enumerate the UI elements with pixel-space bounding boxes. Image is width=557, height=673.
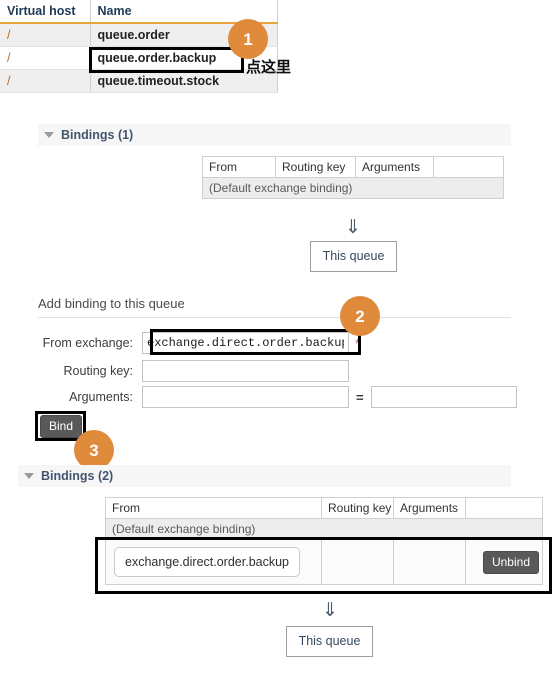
queues-table-header-row: Virtual host Name — [0, 0, 278, 24]
from-exchange-input[interactable] — [142, 332, 349, 354]
table-row: exchange.direct.order.backup Unbind — [105, 539, 543, 585]
argument-value-input[interactable] — [370, 386, 517, 408]
label-routing-key: Routing key: — [63, 364, 133, 378]
cell-virtual-host: / — [0, 69, 91, 93]
step-badge-3: 3 — [74, 430, 114, 470]
binding-arguments-cell — [393, 539, 466, 585]
binding-from-cell: exchange.direct.order.backup — [105, 539, 322, 585]
cell-virtual-host: / — [0, 23, 91, 47]
default-exchange-binding-row: (Default exchange binding) — [105, 518, 543, 540]
step-badge-1: 1 — [228, 19, 268, 59]
form-row-arguments: Arguments: = — [38, 386, 517, 408]
column-header-from: From — [202, 156, 276, 178]
column-header-routing-key: Routing key — [321, 497, 394, 519]
section-title: Bindings (2) — [41, 469, 114, 483]
equals-sign: = — [356, 389, 364, 405]
argument-key-input[interactable] — [142, 386, 349, 408]
column-header-virtual-host[interactable]: Virtual host — [0, 0, 91, 24]
step-badge-2: 2 — [340, 296, 380, 336]
label-arguments: Arguments: — [69, 390, 133, 404]
bindings-header-row: From Routing key Arguments — [202, 156, 504, 178]
chevron-down-icon — [24, 473, 34, 479]
binding-actions-cell: Unbind — [465, 539, 543, 585]
bindings-table-after: From Routing key Arguments (Default exch… — [105, 497, 543, 585]
routing-key-input[interactable] — [142, 360, 349, 382]
label-from-exchange: From exchange: — [42, 336, 133, 350]
bindings-header-row: From Routing key Arguments — [105, 497, 543, 519]
add-binding-title: Add binding to this queue — [38, 296, 185, 311]
column-header-arguments: Arguments — [355, 156, 434, 178]
column-header-routing-key: Routing key — [275, 156, 356, 178]
section-header-bindings-2[interactable]: Bindings (2) — [18, 465, 511, 487]
column-header-from: From — [105, 497, 322, 519]
annotation-click-here: 点这里 — [246, 58, 292, 76]
required-asterisk: * — [355, 335, 361, 351]
table-row: (Default exchange binding) — [202, 177, 504, 199]
binding-routing-key-cell — [321, 539, 394, 585]
this-queue-box: This queue — [286, 626, 373, 657]
table-row: (Default exchange binding) — [105, 518, 543, 540]
unbind-button[interactable]: Unbind — [482, 550, 539, 574]
this-queue-box: This queue — [310, 241, 397, 272]
form-row-routing-key: Routing key: — [38, 360, 349, 382]
bindings-table-before: From Routing key Arguments (Default exch… — [202, 156, 504, 199]
section-title: Bindings (1) — [61, 128, 134, 142]
column-header-arguments: Arguments — [393, 497, 466, 519]
section-header-bindings-1[interactable]: Bindings (1) — [38, 124, 511, 146]
down-arrow-icon: ⇓ — [345, 216, 361, 238]
chevron-down-icon — [44, 132, 54, 138]
form-row-from-exchange: From exchange: * — [38, 332, 360, 354]
table-row[interactable]: / queue.timeout.stock — [0, 69, 278, 93]
cell-virtual-host: / — [0, 46, 91, 70]
column-header-actions — [465, 497, 543, 519]
default-exchange-binding-row: (Default exchange binding) — [202, 177, 504, 199]
bind-button[interactable]: Bind — [40, 415, 83, 438]
exchange-link-order-backup[interactable]: exchange.direct.order.backup — [114, 547, 300, 577]
page-root: Virtual host Name / queue.order / queue.… — [0, 0, 557, 673]
divider — [38, 317, 511, 318]
column-header-actions — [433, 156, 504, 178]
down-arrow-icon: ⇓ — [322, 599, 338, 621]
